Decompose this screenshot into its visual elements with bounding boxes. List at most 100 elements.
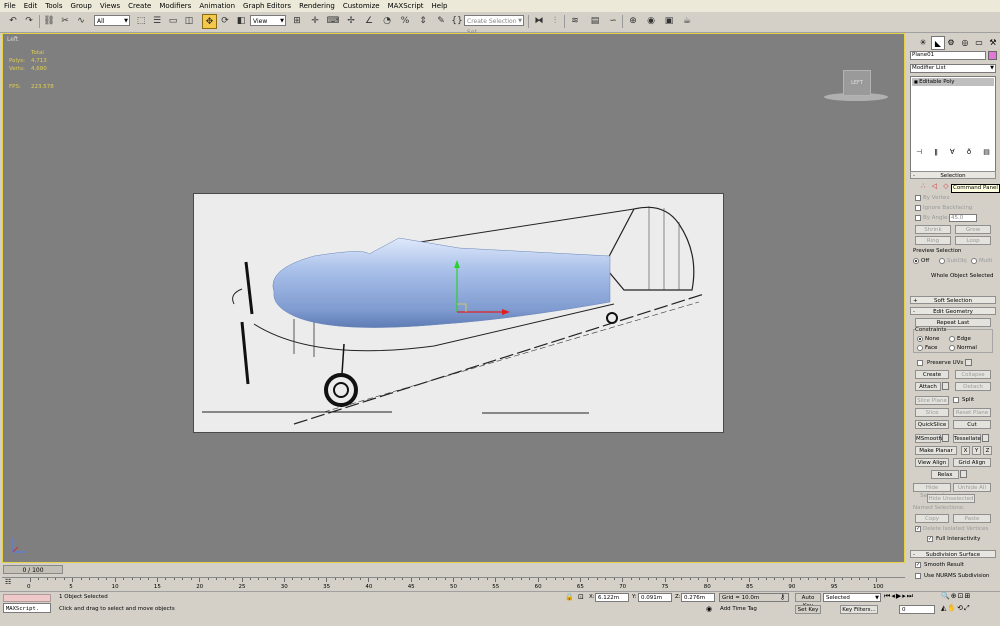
use-nurms-checkbox[interactable]	[915, 573, 921, 579]
named-selection-set-dropdown[interactable]: Create Selection Set▼	[464, 15, 524, 36]
menu-create[interactable]: Create	[124, 0, 155, 12]
viewport-label[interactable]: Left	[7, 36, 18, 43]
loop-button[interactable]: Loop	[955, 236, 991, 245]
show-end-result-icon[interactable]: ǁ	[934, 148, 937, 156]
pin-stack-icon[interactable]: ⊣	[916, 148, 922, 156]
manipulate-icon[interactable]: ✢	[344, 14, 358, 28]
spinner-snap-icon[interactable]: ⇕	[416, 14, 430, 28]
constraint-edge-radio[interactable]	[949, 336, 955, 342]
rectangle-region-icon[interactable]: ▭	[166, 14, 180, 28]
attach-list-icon[interactable]	[942, 382, 949, 390]
slice-plane-button[interactable]: Slice Plane	[915, 396, 949, 405]
maxscript-listener-output[interactable]	[3, 594, 51, 602]
relax-settings-icon[interactable]	[960, 470, 967, 478]
by-angle-spinner[interactable]: 45.0	[949, 214, 977, 222]
configure-modifier-sets-icon[interactable]: ▤	[983, 148, 990, 156]
relax-button[interactable]: Relax	[931, 470, 959, 479]
viewcube[interactable]: LEFT	[843, 70, 871, 96]
window-crossing-icon[interactable]: ◫	[182, 14, 196, 28]
keyboard-shortcut-icon[interactable]: ⌨	[326, 14, 340, 28]
slice-button[interactable]: Slice	[915, 408, 949, 417]
shrink-button[interactable]: Shrink	[915, 225, 951, 234]
menu-help[interactable]: Help	[428, 0, 452, 12]
planar-x-button[interactable]: X	[961, 446, 970, 455]
preview-subobj-radio[interactable]	[939, 258, 945, 264]
select-object-icon[interactable]: ⬚	[134, 14, 148, 28]
menu-file[interactable]: File	[0, 0, 20, 12]
menu-modifiers[interactable]: Modifiers	[155, 0, 195, 12]
display-tab-icon[interactable]: ▭	[973, 36, 985, 48]
subobject-level-icons[interactable]: ∴ ◁ ◇	[921, 182, 951, 190]
attach-button[interactable]: Attach	[915, 382, 941, 391]
pivot-icon[interactable]: ⊞	[290, 14, 304, 28]
render-setup-icon[interactable]: ▣	[662, 14, 676, 28]
selection-filter-dropdown[interactable]: All ▼	[94, 15, 130, 26]
make-unique-icon[interactable]: ∀	[950, 148, 955, 156]
lock-selection-icon[interactable]: 🔒	[565, 593, 574, 601]
key-icon[interactable]: ⚷	[780, 593, 785, 601]
view-align-button[interactable]: View Align	[915, 458, 949, 467]
undo-icon[interactable]: ↶	[6, 14, 20, 28]
hierarchy-tab-icon[interactable]: ⚙	[945, 36, 957, 48]
current-frame-field[interactable]: 0	[899, 605, 935, 614]
reference-coord-dropdown[interactable]: View ▼	[250, 15, 286, 26]
select-scale-icon[interactable]: ◧	[234, 14, 248, 28]
tessellate-button[interactable]: Tessellate	[953, 434, 981, 443]
redo-icon[interactable]: ↷	[22, 14, 36, 28]
select-link-icon[interactable]: ⛓	[42, 14, 56, 28]
key-filters-button[interactable]: Key Filters...	[840, 605, 878, 614]
material-editor-icon[interactable]: ◉	[644, 14, 658, 28]
menu-rendering[interactable]: Rendering	[295, 0, 339, 12]
preview-multi-radio[interactable]	[971, 258, 977, 264]
preserve-uvs-settings-icon[interactable]	[965, 359, 972, 366]
grow-button[interactable]: Grow	[955, 225, 991, 234]
graphite-ribbon-icon[interactable]: ▤	[588, 14, 602, 28]
grid-align-button[interactable]: Grid Align	[953, 458, 991, 467]
by-vertex-checkbox[interactable]	[915, 195, 921, 201]
z-coord-field[interactable]: 0.276m	[681, 593, 715, 602]
hide-unselected-button[interactable]: Hide Unselected	[927, 494, 975, 503]
msmooth-settings-icon[interactable]	[942, 434, 949, 442]
constraint-face-radio[interactable]	[917, 345, 923, 351]
mirror-icon[interactable]: ⧓	[532, 14, 546, 28]
make-planar-button[interactable]: Make Planar	[915, 446, 957, 455]
maxscript-mini-listener[interactable]: MAXScript.	[3, 603, 51, 613]
orbit-icon[interactable]: ⟲	[957, 604, 964, 612]
schematic-view-icon[interactable]: ⊕	[626, 14, 640, 28]
menu-views[interactable]: Views	[96, 0, 124, 12]
reference-image-plane[interactable]	[193, 193, 724, 433]
percent-snap-icon[interactable]: %	[398, 14, 412, 28]
named-selection-icon[interactable]: {}	[450, 14, 464, 28]
x-coord-field[interactable]: 6.122m	[595, 593, 629, 602]
goto-end-icon[interactable]: ⏭	[907, 592, 914, 600]
auto-key-button[interactable]: Auto Key	[795, 593, 821, 609]
edit-named-selection-icon[interactable]: ✎	[434, 14, 448, 28]
reset-plane-button[interactable]: Reset Plane	[953, 408, 991, 417]
hide-selected-button[interactable]: Hide Selected	[913, 483, 951, 499]
time-slider[interactable]: 0 / 100	[3, 565, 63, 574]
menu-maxscript[interactable]: MAXScript	[384, 0, 428, 12]
menu-graph-editors[interactable]: Graph Editors	[239, 0, 295, 12]
quick-render-icon[interactable]: ☕	[680, 14, 694, 28]
stack-item-editable-poly[interactable]: ■ Editable Poly	[912, 78, 994, 86]
menu-edit[interactable]: Edit	[20, 0, 42, 12]
unlink-icon[interactable]: ✂	[58, 14, 72, 28]
ring-button[interactable]: Ring	[915, 236, 951, 245]
full-interactivity-checkbox[interactable]: ✓	[927, 536, 933, 542]
motion-tab-icon[interactable]: ◎	[959, 36, 971, 48]
delete-isolated-checkbox[interactable]: ✓	[915, 526, 921, 532]
menu-animation[interactable]: Animation	[195, 0, 239, 12]
pan-icon[interactable]: ✋	[947, 604, 957, 612]
planar-y-button[interactable]: Y	[972, 446, 981, 455]
modify-tab-icon[interactable]: ◣	[931, 36, 945, 50]
mini-curve-editor-icon[interactable]: ☷	[5, 578, 11, 586]
modifier-stack[interactable]: ■ Editable Poly	[910, 76, 996, 176]
detach-button[interactable]: Detach	[955, 382, 991, 391]
object-name-field[interactable]: Plane01	[910, 51, 986, 60]
collapse-button[interactable]: Collapse	[955, 370, 991, 379]
select-manipulate-icon[interactable]: ✛	[308, 14, 322, 28]
smooth-result-checkbox[interactable]: ✓	[915, 562, 921, 568]
repeat-last-button[interactable]: Repeat Last	[915, 318, 991, 327]
edit-geometry-rollout-header[interactable]: - Edit Geometry	[910, 307, 996, 315]
angle-snap-icon[interactable]: ◔	[380, 14, 394, 28]
